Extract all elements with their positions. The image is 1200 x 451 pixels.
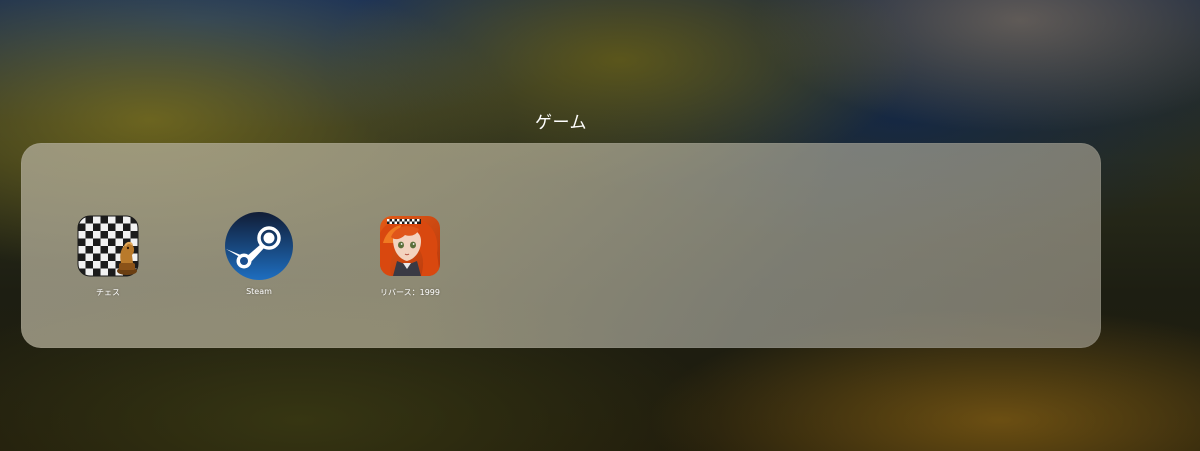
app-label-chess: チェス [96, 288, 120, 297]
reverse-1999-icon[interactable] [377, 213, 443, 279]
app-reverse-1999[interactable]: リバース：1999 [350, 213, 470, 298]
chess-icon[interactable] [75, 213, 141, 279]
launchpad-folder: チェス Steam リバース：1999 [21, 143, 1101, 348]
app-steam[interactable]: Steam [199, 212, 319, 296]
steam-icon[interactable] [225, 212, 293, 280]
app-label-reverse-1999: リバース：1999 [380, 288, 440, 297]
app-chess[interactable]: チェス [48, 213, 168, 298]
folder-title[interactable]: ゲーム [0, 108, 1122, 133]
app-label-steam: Steam [246, 287, 272, 296]
